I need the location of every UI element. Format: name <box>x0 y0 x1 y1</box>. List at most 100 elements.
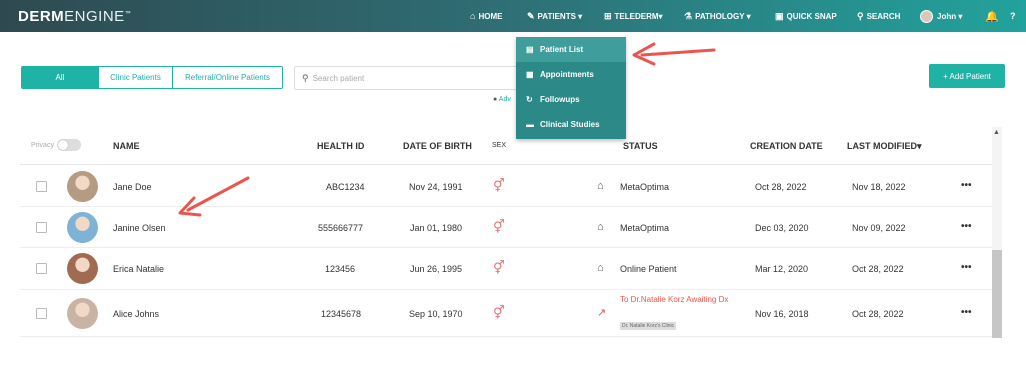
header-date-of-birth[interactable]: DATE OF BIRTH <box>403 141 472 151</box>
status-text: MetaOptima <box>620 182 670 192</box>
patient-name[interactable]: Erica Natalie <box>113 264 164 274</box>
filter-all[interactable]: All <box>22 67 98 88</box>
status-text: To Dr.Natalie Korz Awaiting Dx <box>620 295 729 304</box>
privacy-label: Privacy <box>31 141 54 149</box>
header-creation-date[interactable]: CREATION DATE <box>750 141 823 151</box>
patient-name[interactable]: Janine Olsen <box>113 223 166 233</box>
status-text: MetaOptima <box>620 223 670 233</box>
calendar-icon: ▦ <box>526 70 534 79</box>
nav-quick-snap[interactable]: ▣ QUICK SNAP <box>775 0 837 32</box>
app-logo[interactable]: DERMENGINE™ <box>18 8 131 25</box>
table-row[interactable]: Janine Olsen 555666777 Jan 01, 1980 ⚥ ⌂ … <box>20 207 992 248</box>
table-scrollbar-thumb[interactable] <box>992 250 1002 338</box>
row-more-options-icon[interactable]: ••• <box>961 221 972 232</box>
table-row[interactable]: Alice Johns 12345678 Sep 10, 1970 ⚥ ↗ To… <box>20 290 992 337</box>
last-modified: Oct 28, 2022 <box>852 264 904 274</box>
nav-search-label: SEARCH <box>866 11 901 21</box>
row-checkbox[interactable] <box>36 263 47 274</box>
clinic-tag: Dr. Natalie Korz's Clinic <box>620 322 677 330</box>
pencil-icon: ✎ <box>527 10 535 21</box>
search-icon: ⚲ <box>857 10 864 21</box>
add-patient-button[interactable]: + Add Patient <box>929 64 1005 88</box>
advanced-search-link[interactable]: ● Adv <box>493 96 511 103</box>
patient-table-header: Privacy NAME HEALTH ID DATE OF BIRTH SEX… <box>20 127 992 165</box>
nav-patients-label: PATIENTS ▾ <box>537 11 583 21</box>
table-row[interactable]: Erica Natalie 123456 Jun 26, 1995 ⚥ ⌂ On… <box>20 248 992 290</box>
home-icon: ⌂ <box>470 11 476 21</box>
camera-icon: ▣ <box>775 10 784 21</box>
telederm-icon: ⊞ <box>604 10 612 21</box>
row-more-options-icon[interactable]: ••• <box>961 307 972 318</box>
annotation-arrow-patient-list <box>632 42 716 66</box>
filter-referral-online-patients[interactable]: Referral/Online Patients <box>172 67 282 88</box>
header-name[interactable]: NAME <box>113 141 140 151</box>
menu-item-label: Appointments <box>540 70 594 79</box>
nav-user-menu[interactable]: John ▾ <box>920 0 962 32</box>
header-health-id[interactable]: HEALTH ID <box>317 141 364 151</box>
menu-item-label: Followups <box>540 95 580 104</box>
row-checkbox[interactable] <box>36 181 47 192</box>
menu-item-label: Patient List <box>540 45 584 54</box>
nav-telederm[interactable]: ⊞ TELEDERM▾ <box>604 0 663 32</box>
patient-search-input[interactable]: ⚲ Search patient <box>294 66 524 90</box>
search-placeholder: Search patient <box>312 73 365 83</box>
nav-search[interactable]: ⚲ SEARCH <box>857 0 900 32</box>
date-of-birth: Jun 26, 1995 <box>410 264 463 274</box>
table-row[interactable]: Jane Doe ABC1234 Nov 24, 1991 ⚥ ⌂ MetaOp… <box>20 166 992 207</box>
privacy-toggle[interactable] <box>56 139 81 151</box>
last-modified: Nov 18, 2022 <box>852 182 906 192</box>
top-navbar: DERMENGINE™ ⌂ HOME ✎ PATIENTS ▾ ⊞ TELEDERM▾… <box>0 0 1026 32</box>
avatar <box>67 212 98 243</box>
menu-item-appointments[interactable]: ▦ Appointments <box>516 62 626 87</box>
nav-home-label: HOME <box>478 11 503 21</box>
microscope-icon: ⚗ <box>684 10 693 21</box>
logo-trademark: ™ <box>124 11 132 17</box>
menu-item-label: Clinical Studies <box>540 120 600 129</box>
help-icon[interactable]: ? <box>1010 0 1016 32</box>
clinic-house-icon: ⌂ <box>597 262 604 274</box>
avatar <box>67 171 98 202</box>
menu-item-patient-list[interactable]: ▤ Patient List <box>516 37 626 62</box>
clinic-house-icon: ⌂ <box>597 180 604 192</box>
patient-name[interactable]: Alice Johns <box>113 309 159 319</box>
nav-pathology-label: PATHOLOGY ▾ <box>695 11 751 21</box>
privacy-toggle-group: Privacy <box>31 139 81 151</box>
row-checkbox[interactable] <box>36 308 47 319</box>
nav-home[interactable]: ⌂ HOME <box>470 0 502 32</box>
health-id: 12345678 <box>321 309 362 319</box>
status-text: Online Patient <box>620 264 677 274</box>
scroll-up-arrow-icon[interactable]: ▲ <box>993 129 1000 136</box>
creation-date: Oct 28, 2022 <box>755 182 807 192</box>
creation-date: Nov 16, 2018 <box>755 309 809 319</box>
patient-name[interactable]: Jane Doe <box>113 182 152 192</box>
female-sex-icon: ⚥ <box>493 305 505 320</box>
user-avatar <box>920 9 933 23</box>
header-status[interactable]: STATUS <box>623 141 658 151</box>
last-modified: Nov 09, 2022 <box>852 223 906 233</box>
row-more-options-icon[interactable]: ••• <box>961 262 972 273</box>
nav-pathology[interactable]: ⚗ PATHOLOGY ▾ <box>684 0 751 32</box>
plus-circle-icon: ● <box>493 96 498 103</box>
folder-icon: ▬ <box>526 120 534 129</box>
row-more-options-icon[interactable]: ••• <box>961 180 972 191</box>
row-checkbox[interactable] <box>36 222 47 233</box>
clinic-house-icon: ⌂ <box>597 221 604 233</box>
nav-patients[interactable]: ✎ PATIENTS ▾ <box>527 0 582 32</box>
refresh-icon: ↻ <box>526 95 533 104</box>
creation-date: Mar 12, 2020 <box>755 264 809 274</box>
avatar <box>67 253 98 284</box>
health-id: 555666777 <box>318 223 364 233</box>
header-last-modified[interactable]: LAST MODIFIED▾ <box>847 141 922 152</box>
header-sex[interactable]: SEX <box>492 142 506 149</box>
filter-clinic-patients[interactable]: Clinic Patients <box>98 67 172 88</box>
menu-item-clinical-studies[interactable]: ▬ Clinical Studies <box>516 112 626 137</box>
search-icon: ⚲ <box>302 72 309 83</box>
patient-type-filter: All Clinic Patients Referral/Online Pati… <box>21 66 283 89</box>
referral-arrow-icon: ↗ <box>597 307 607 319</box>
female-sex-icon: ⚥ <box>493 178 505 193</box>
menu-item-followups[interactable]: ↻ Followups <box>516 87 626 112</box>
notifications-icon[interactable]: 🔔 <box>985 0 999 32</box>
nav-quick-snap-label: QUICK SNAP <box>786 11 837 21</box>
health-id: 123456 <box>325 264 356 274</box>
female-sex-icon: ⚥ <box>493 260 505 275</box>
